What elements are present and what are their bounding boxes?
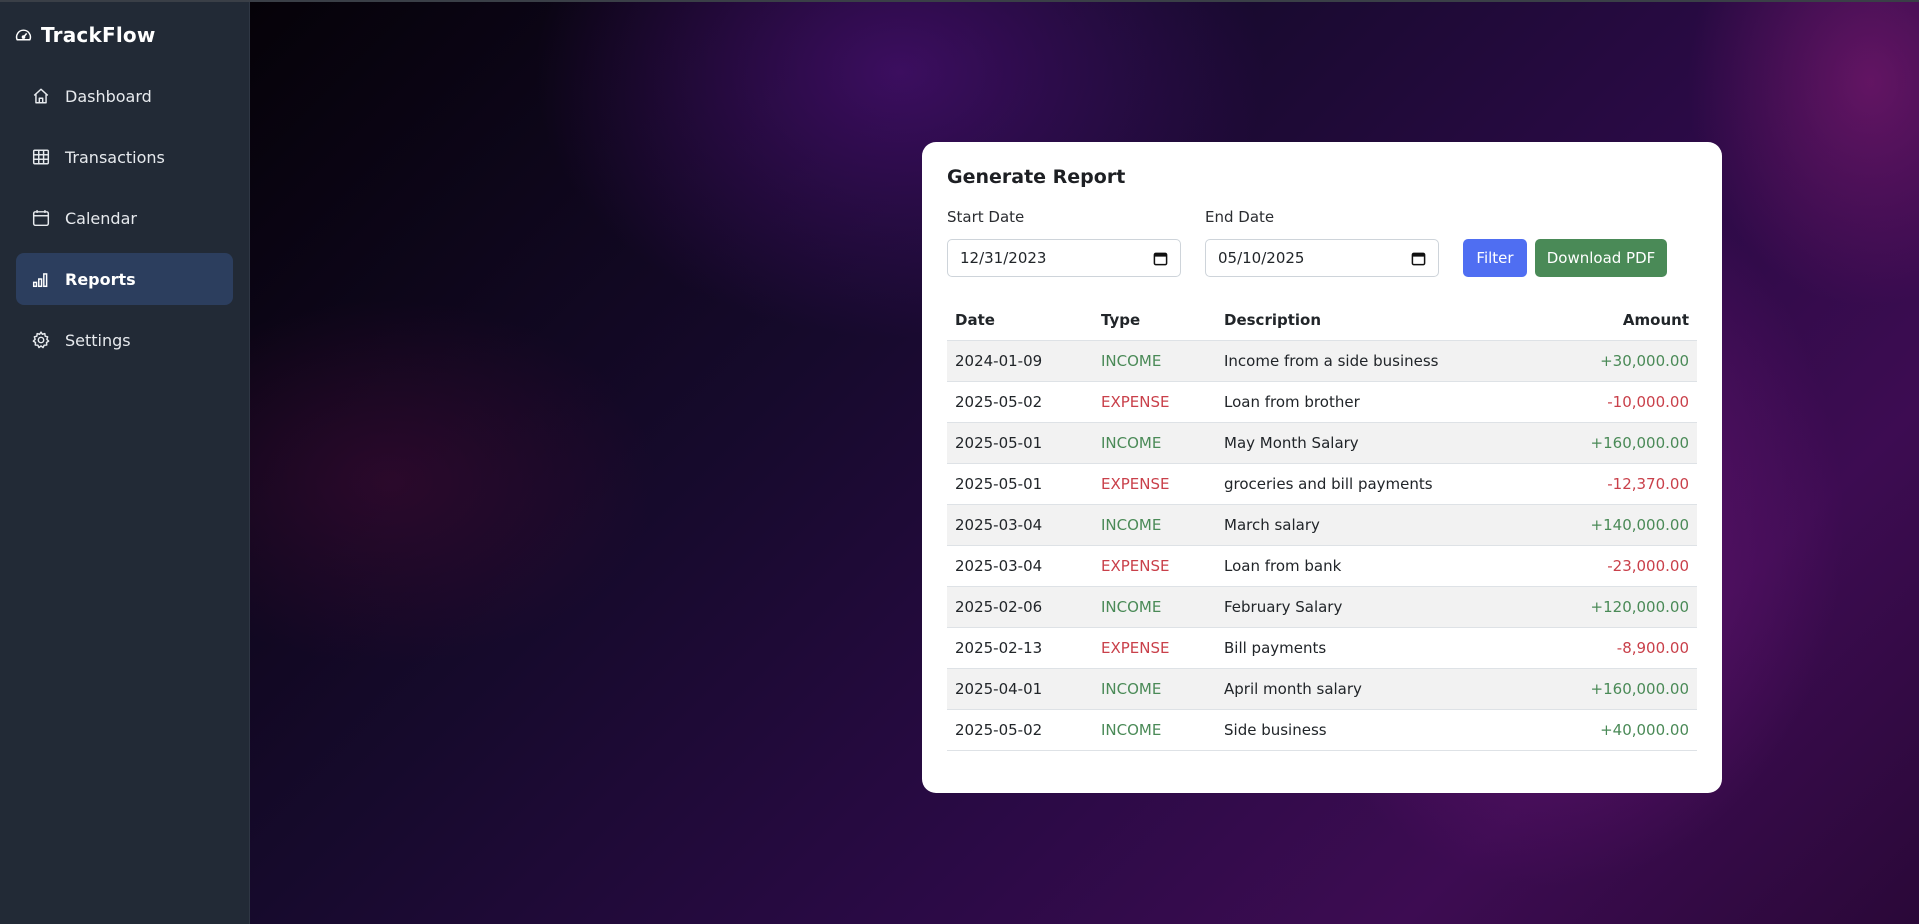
cell-type: INCOME [1093,668,1216,710]
sidebar-item-settings[interactable]: Settings [16,314,233,366]
cell-date: 2025-03-04 [947,545,1093,587]
calendar-icon [30,207,52,229]
start-date-label: Start Date [947,208,1025,226]
calendar-picker-icon[interactable] [1153,251,1168,270]
cell-date: 2025-04-01 [947,668,1093,710]
start-date-input[interactable]: 12/31/2023 [947,239,1181,277]
table-row: 2025-02-13 EXPENSE Bill payments -8,900.… [947,627,1697,669]
cell-description: Side business [1216,709,1516,751]
cell-description: March salary [1216,504,1516,546]
sidebar-item-reports[interactable]: Reports [16,253,233,305]
bar-chart-icon [30,268,52,290]
cell-description: February Salary [1216,586,1516,628]
main-content: Generate Report Start Date 12/31/2023 En… [250,2,1919,924]
sidebar-nav: Dashboard Transactions Calendar Reports … [16,70,233,375]
column-header-type: Type [1093,300,1216,341]
sidebar: TrackFlow Dashboard Transactions Calenda… [0,2,250,924]
sidebar-item-calendar[interactable]: Calendar [16,192,233,244]
cell-amount: +140,000.00 [1516,504,1697,546]
column-header-description: Description [1216,300,1516,341]
brand-name: TrackFlow [41,23,156,47]
brand[interactable]: TrackFlow [15,20,156,50]
column-header-amount: Amount [1516,300,1697,341]
sidebar-item-label: Reports [65,269,136,289]
table-icon [30,146,52,168]
end-date-input[interactable]: 05/10/2025 [1205,239,1439,277]
table-row: 2025-03-04 EXPENSE Loan from bank -23,00… [947,545,1697,587]
cell-amount: -12,370.00 [1516,463,1697,505]
download-pdf-button[interactable]: Download PDF [1535,239,1667,277]
table-row: 2025-05-01 EXPENSE groceries and bill pa… [947,463,1697,505]
cell-date: 2025-05-02 [947,381,1093,423]
cell-amount: +30,000.00 [1516,340,1697,382]
cell-type: EXPENSE [1093,545,1216,587]
gear-icon [30,329,52,351]
table-row: 2024-01-09 INCOME Income from a side bus… [947,340,1697,382]
sidebar-item-transactions[interactable]: Transactions [16,131,233,183]
cell-type: INCOME [1093,504,1216,546]
cell-date: 2025-03-04 [947,504,1093,546]
transactions-table: Date Type Description Amount 2024-01-09 … [947,300,1697,751]
cell-date: 2025-05-01 [947,422,1093,464]
cell-date: 2025-05-01 [947,463,1093,505]
table-row: 2025-02-06 INCOME February Salary +120,0… [947,586,1697,628]
table-row: 2025-05-01 INCOME May Month Salary +160,… [947,422,1697,464]
cell-type: EXPENSE [1093,381,1216,423]
cell-date: 2025-02-13 [947,627,1093,669]
cell-amount: +120,000.00 [1516,586,1697,628]
report-card: Generate Report Start Date 12/31/2023 En… [922,142,1722,793]
sidebar-item-label: Dashboard [65,86,152,106]
cell-amount: +160,000.00 [1516,668,1697,710]
calendar-picker-icon[interactable] [1411,251,1426,270]
cell-description: groceries and bill payments [1216,463,1516,505]
cell-type: EXPENSE [1093,463,1216,505]
table-row: 2025-03-04 INCOME March salary +140,000.… [947,504,1697,546]
cell-type: INCOME [1093,586,1216,628]
gauge-icon [15,27,32,44]
sidebar-item-dashboard[interactable]: Dashboard [16,70,233,122]
home-icon [30,85,52,107]
sidebar-item-label: Settings [65,330,131,350]
cell-type: INCOME [1093,422,1216,464]
start-date-value: 12/31/2023 [960,249,1047,267]
sidebar-item-label: Transactions [65,147,165,167]
cell-amount: +40,000.00 [1516,709,1697,751]
cell-date: 2024-01-09 [947,340,1093,382]
cell-description: Loan from bank [1216,545,1516,587]
cell-type: INCOME [1093,340,1216,382]
filter-button[interactable]: Filter [1463,239,1527,277]
cell-amount: -8,900.00 [1516,627,1697,669]
cell-description: Loan from brother [1216,381,1516,423]
cell-description: May Month Salary [1216,422,1516,464]
cell-amount: +160,000.00 [1516,422,1697,464]
cell-amount: -10,000.00 [1516,381,1697,423]
cell-date: 2025-02-06 [947,586,1093,628]
end-date-value: 05/10/2025 [1218,249,1305,267]
column-header-date: Date [947,300,1093,341]
report-title: Generate Report [947,166,1126,188]
cell-description: April month salary [1216,668,1516,710]
cell-date: 2025-05-02 [947,709,1093,751]
end-date-label: End Date [1205,208,1275,226]
table-row: 2025-04-01 INCOME April month salary +16… [947,668,1697,710]
cell-type: INCOME [1093,709,1216,751]
sidebar-item-label: Calendar [65,208,137,228]
cell-amount: -23,000.00 [1516,545,1697,587]
table-row: 2025-05-02 INCOME Side business +40,000.… [947,709,1697,751]
cell-description: Bill payments [1216,627,1516,669]
table-row: 2025-05-02 EXPENSE Loan from brother -10… [947,381,1697,423]
cell-type: EXPENSE [1093,627,1216,669]
table-header-row: Date Type Description Amount [947,300,1697,341]
cell-description: Income from a side business [1216,340,1516,382]
